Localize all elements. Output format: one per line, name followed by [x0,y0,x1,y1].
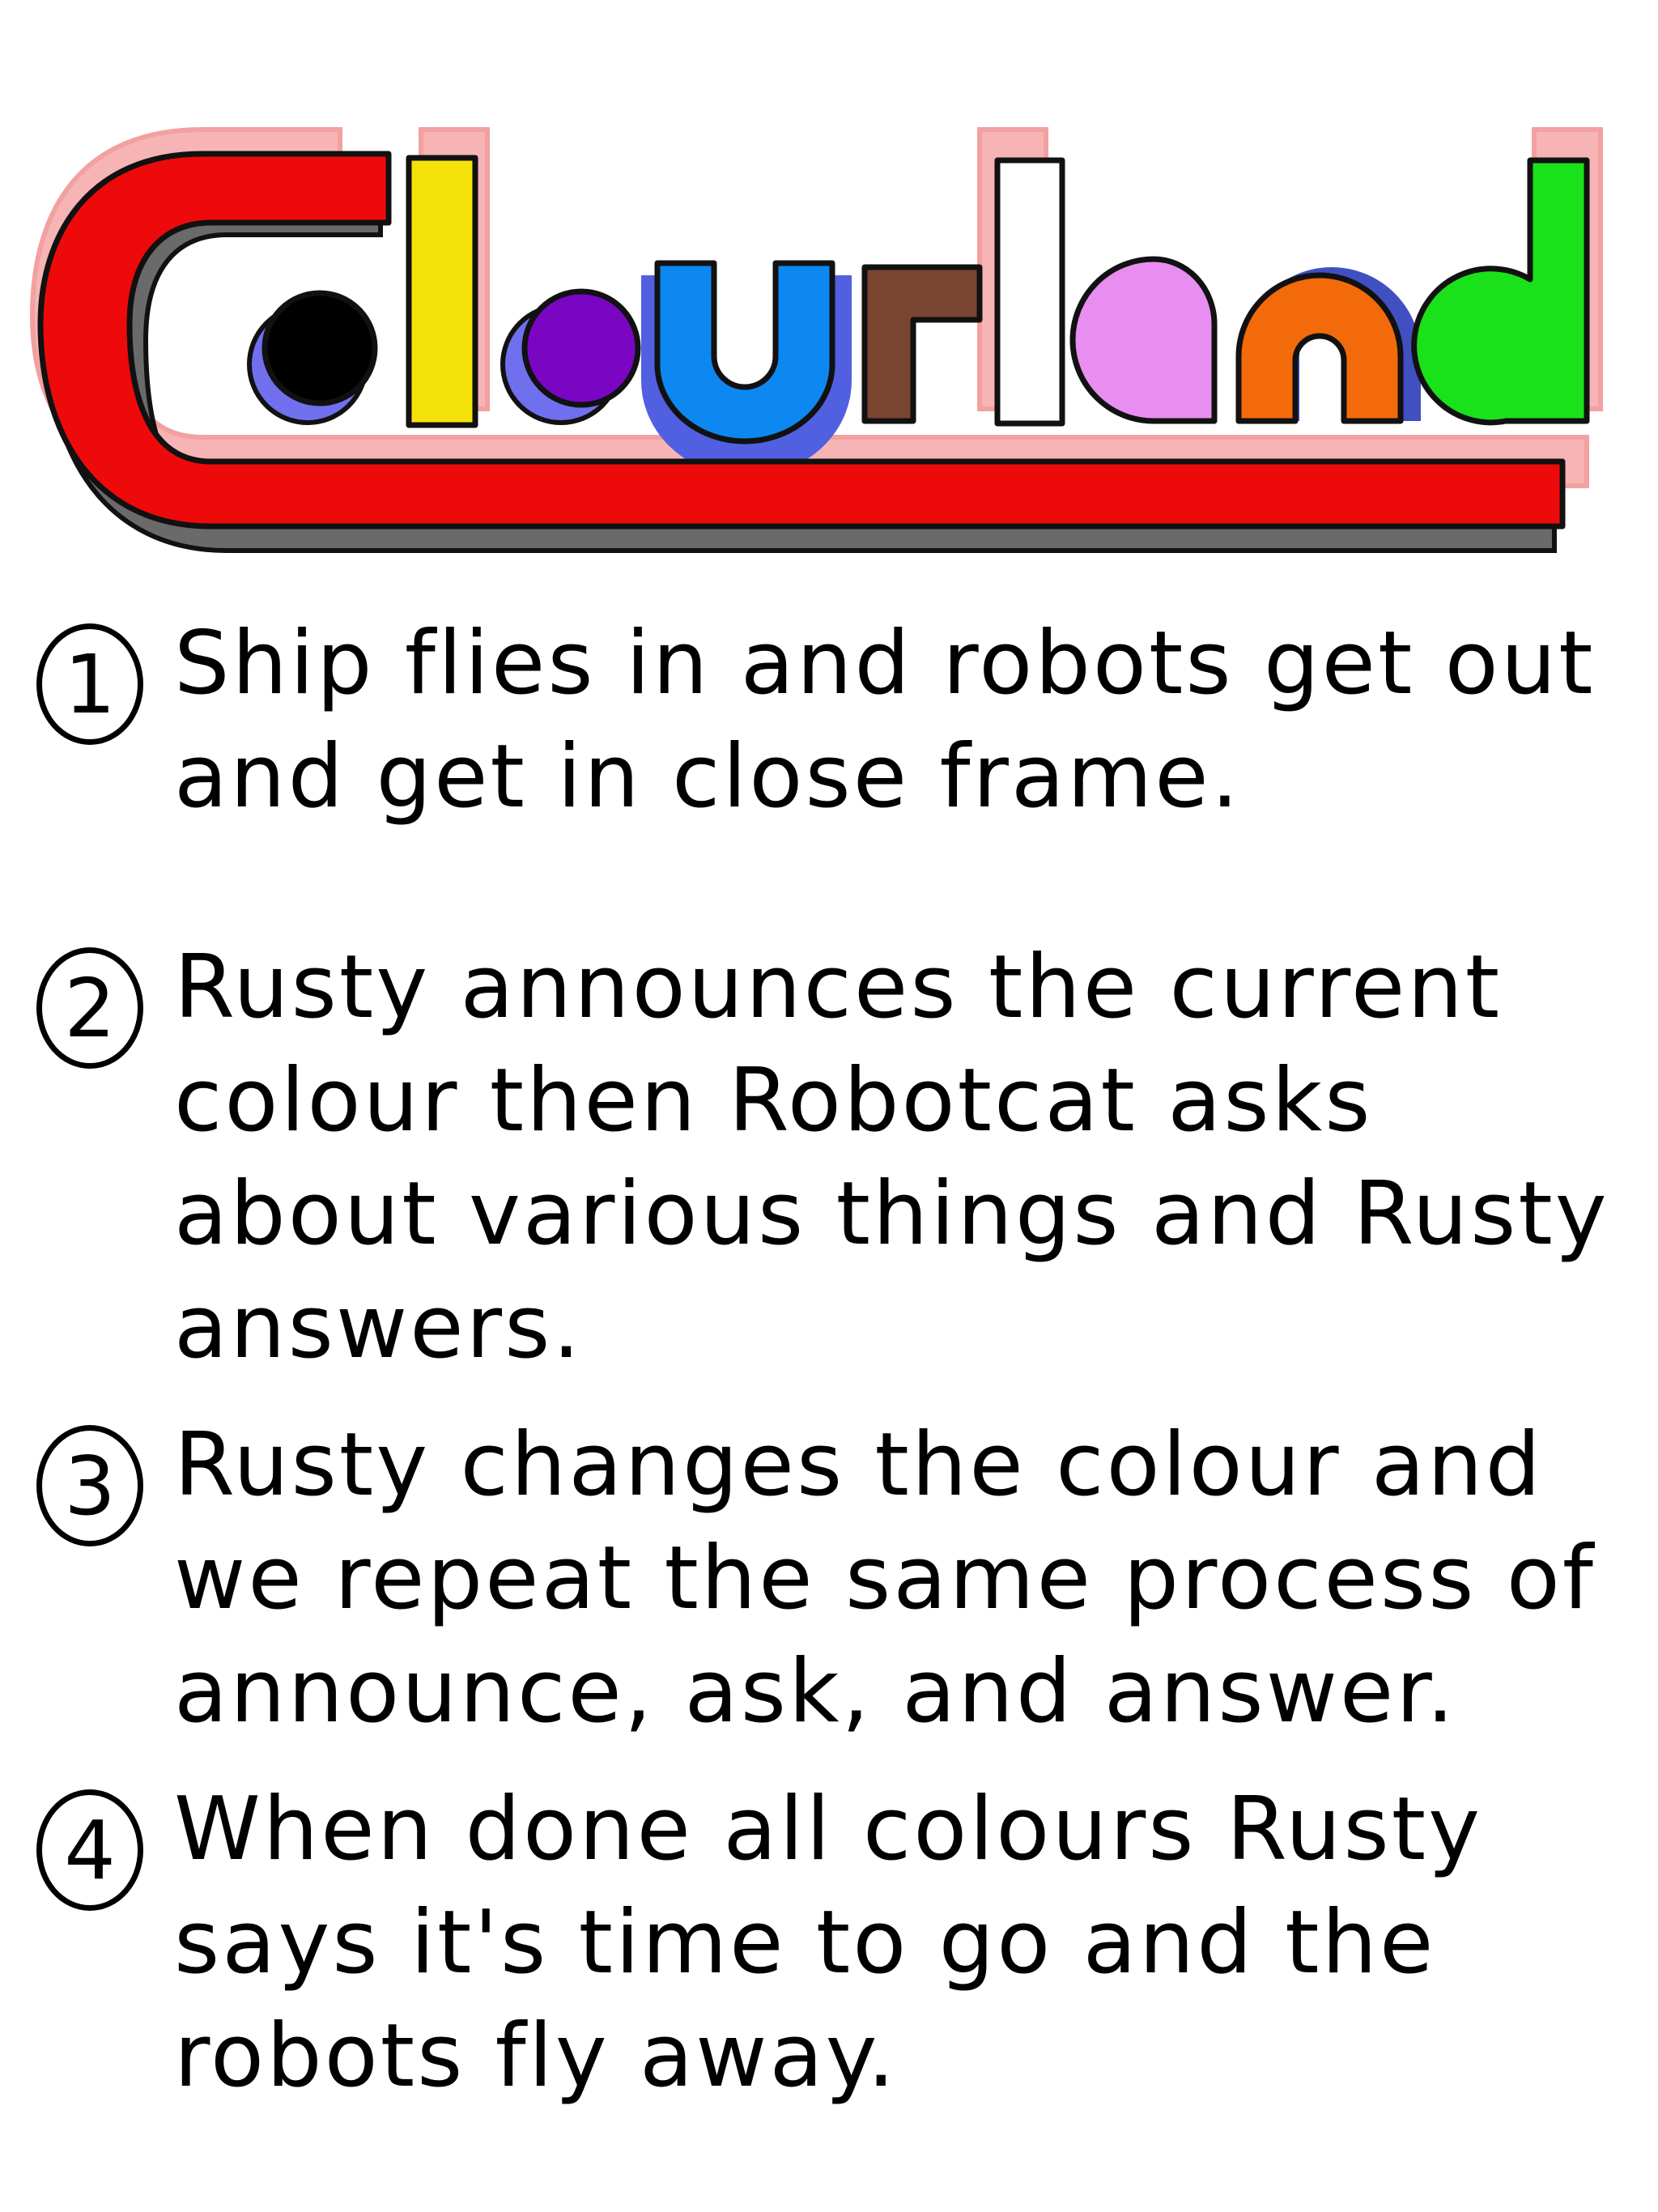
logo-letter-d-green [1411,157,1590,426]
logo-letter-o-purple [521,288,641,408]
step-2-number-circle: 2 [36,947,143,1069]
logo-letter-n-orange [1235,272,1404,424]
logo-letter-o-black [261,290,378,406]
step-4-number-circle: 4 [36,1789,143,1911]
step-2: 2 Rusty announces the current colour the… [36,931,1623,1385]
logo-letter-a-pink [1069,256,1218,424]
logo-letter-l-yellow [406,155,478,428]
step-3-text: Rusty changes the colour and we repeat t… [174,1414,1596,1742]
step-4: 4 When done all colours Rusty says it's … [36,1773,1623,2113]
logo-letter-u-blue [654,260,835,445]
step-3: 3 Rusty changes the colour and we repeat… [36,1409,1623,1749]
colourland-logo [29,127,1603,553]
logo-letters [37,151,1590,530]
step-4-text: When done all colours Rusty says it's ti… [174,1779,1482,2107]
logo-letter-r-brown [861,264,983,424]
step-3-number-circle: 3 [36,1425,143,1546]
step-1-number-circle: 1 [36,623,143,745]
logo-letter-l-white [994,157,1065,427]
step-1-text: Ship flies in and robots get out and get… [174,613,1596,827]
step-1: 1 Ship flies in and robots get out and g… [36,607,1623,834]
steps-list: 1 Ship flies in and robots get out and g… [36,607,1623,2113]
step-2-text: Rusty announces the current colour then … [174,937,1609,1378]
